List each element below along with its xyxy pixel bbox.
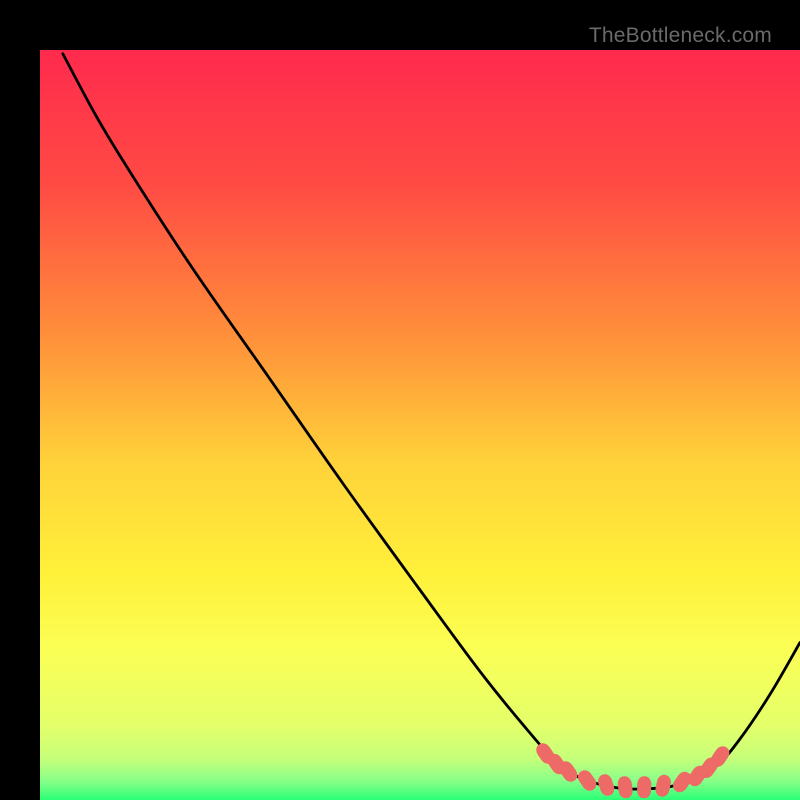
gradient-background: [40, 50, 800, 800]
watermark-text: TheBottleneck.com: [589, 24, 772, 48]
plot-area: [40, 50, 800, 800]
optimal-marker: [637, 776, 652, 798]
chart-svg: [40, 50, 800, 800]
chart-frame: TheBottleneck.com: [20, 20, 780, 780]
